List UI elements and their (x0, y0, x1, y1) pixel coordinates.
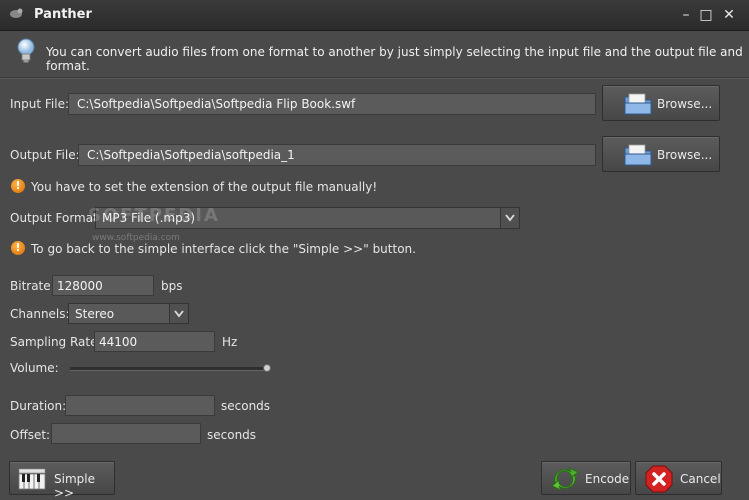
chevron-down-icon[interactable] (500, 208, 519, 228)
folder-icon (624, 93, 652, 115)
output-browse-label: Browse... (657, 148, 713, 162)
warning-extension-text: You have to set the extension of the out… (31, 180, 378, 194)
output-file-label: Output File: (10, 148, 80, 162)
input-browse-label: Browse... (657, 97, 713, 111)
sampling-rate-label: Sampling Rate: (10, 335, 102, 349)
duration-label: Duration: (10, 399, 67, 413)
sampling-rate-unit: Hz (222, 335, 238, 349)
channels-value: Stereo (75, 307, 115, 321)
bitrate-unit: bps (161, 279, 183, 293)
simple-button[interactable]: Simple >> (9, 461, 115, 500)
channels-label: Channels: (10, 307, 70, 321)
warning-icon: ! (11, 241, 25, 255)
divider (0, 77, 749, 79)
volume-label: Volume: (10, 361, 59, 375)
channels-select[interactable]: Stereo (68, 303, 189, 324)
refresh-arrow-icon (551, 466, 579, 492)
simple-button-label: Simple >> (54, 472, 95, 500)
encode-button[interactable]: Encode (541, 461, 631, 495)
input-file-label: Input File: (10, 97, 70, 111)
lightbulb-icon (17, 38, 35, 63)
offset-label: Offset: (10, 428, 51, 442)
piano-icon (18, 468, 46, 490)
watermark-logo: SOFTPEDIA (88, 205, 220, 226)
folder-icon (624, 144, 652, 166)
cancel-button[interactable]: Cancel (635, 461, 722, 495)
panther-app-icon (10, 8, 23, 18)
volume-slider-thumb[interactable] (263, 364, 271, 372)
minimize-button[interactable]: – (676, 5, 696, 25)
offset-unit: seconds (207, 428, 257, 442)
bitrate-field[interactable]: 128000 (52, 275, 154, 296)
encode-button-label: Encode (585, 472, 630, 486)
bitrate-label: Bitrate: (10, 279, 55, 293)
input-browse-button[interactable]: Browse... (602, 85, 720, 121)
chevron-down-icon[interactable] (169, 304, 188, 323)
window-title: Panther (34, 7, 92, 22)
sampling-rate-field[interactable]: 44100 (94, 331, 215, 352)
input-file-field[interactable]: C:\Softpedia\Softpedia\Softpedia Flip Bo… (68, 93, 596, 115)
output-browse-button[interactable]: Browse... (602, 136, 720, 172)
cancel-button-label: Cancel (680, 472, 721, 486)
output-file-field[interactable]: C:\Softpedia\Softpedia\softpedia_1 (78, 144, 596, 166)
duration-unit: seconds (221, 399, 271, 413)
close-button[interactable]: ✕ (719, 5, 739, 25)
duration-field[interactable] (65, 395, 215, 416)
warning-icon: ! (11, 179, 25, 193)
volume-slider[interactable] (70, 367, 270, 371)
warning-simple-text: To go back to the simple interface click… (31, 242, 416, 256)
title-bar[interactable] (0, 0, 749, 31)
offset-field[interactable] (51, 423, 201, 444)
cancel-x-icon (645, 465, 673, 493)
maximize-button[interactable]: □ (696, 5, 716, 25)
info-text: You can convert audio files from one for… (46, 45, 743, 73)
